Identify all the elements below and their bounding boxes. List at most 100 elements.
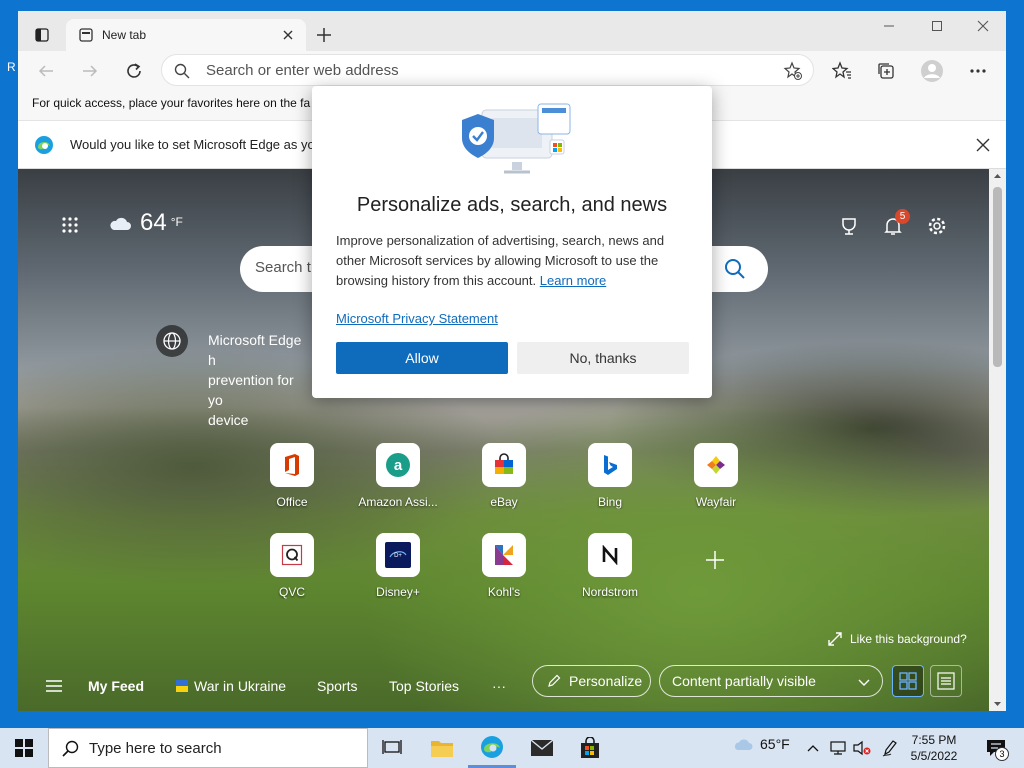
dialog-body: Improve personalization of advertising, … (336, 231, 692, 291)
cloud-icon (110, 217, 131, 230)
more-menu-button[interactable] (964, 59, 992, 83)
ellipsis-icon (970, 69, 986, 73)
personalize-button[interactable]: Personalize (532, 665, 651, 697)
infobar-message: Would you like to set Microsoft Edge as … (70, 137, 315, 152)
new-tab-button[interactable] (314, 25, 334, 45)
content-visibility-dropdown[interactable]: Content partially visible (659, 665, 883, 697)
scroll-up-icon[interactable] (989, 169, 1006, 183)
svg-text:D+: D+ (394, 553, 402, 559)
content-visibility-value: Content partially visible (672, 673, 816, 689)
page-scrollbar[interactable] (989, 169, 1006, 711)
scroll-down-icon[interactable] (989, 697, 1006, 711)
tray-weather-temp: 65°F (760, 736, 790, 752)
collections-button[interactable] (872, 59, 900, 83)
close-icon (977, 20, 989, 32)
file-explorer-button[interactable] (418, 728, 466, 768)
learn-more-link[interactable]: Learn more (540, 273, 606, 288)
quick-link-ebay[interactable]: eBay (454, 443, 554, 509)
bing-icon (588, 443, 632, 487)
disney-icon: D+ (376, 533, 420, 577)
nordstrom-icon (588, 533, 632, 577)
minimize-icon (884, 25, 894, 27)
plus-icon (706, 551, 724, 569)
close-tab-icon[interactable] (280, 27, 296, 43)
weather-widget[interactable]: 64 °F (108, 209, 183, 237)
list-icon (937, 672, 955, 690)
refresh-button[interactable] (120, 59, 148, 83)
pen-workspace-button[interactable] (878, 728, 902, 768)
taskbar: Type here to search 65°F 7:55 PM 5/5/202… (0, 728, 1024, 768)
start-button[interactable] (0, 728, 48, 768)
notifications-badge: 5 (895, 209, 910, 224)
grid-layout-button[interactable] (892, 665, 924, 697)
feed-menu-button[interactable] (44, 676, 64, 696)
favorites-button[interactable] (828, 59, 856, 83)
quick-link-qvc[interactable]: QVC (242, 533, 342, 599)
address-placeholder: Search or enter web address (206, 62, 399, 79)
page-settings-button[interactable] (924, 213, 950, 239)
like-background-link[interactable]: Like this background? (828, 632, 967, 646)
quick-link-kohls[interactable]: Kohl's (454, 533, 554, 599)
maximize-icon (932, 21, 942, 31)
taskbar-search-box[interactable]: Type here to search (48, 728, 368, 768)
action-center-button[interactable]: 3 (976, 728, 1016, 768)
qvc-icon (270, 533, 314, 577)
add-favorite-icon[interactable] (783, 61, 803, 81)
no-thanks-button[interactable]: No, thanks (517, 342, 689, 374)
tab-new-tab[interactable]: New tab (66, 19, 306, 51)
personalize-dialog: Personalize ads, search, and news Improv… (312, 86, 712, 398)
store-button[interactable] (566, 728, 614, 768)
new-tab-icon (78, 27, 94, 43)
hamburger-icon (46, 680, 62, 692)
tray-weather[interactable]: 65°F (732, 736, 790, 752)
rewards-button[interactable] (836, 213, 862, 239)
clock[interactable]: 7:55 PM 5/5/2022 (904, 732, 964, 764)
network-icon (830, 741, 846, 755)
add-site-button[interactable] (704, 549, 726, 571)
tab-sports[interactable]: Sports (317, 678, 357, 694)
task-view-button[interactable] (368, 728, 416, 768)
promo-line-3: device (208, 412, 249, 428)
quick-link-wayfair[interactable]: Wayfair (666, 443, 766, 509)
more-topics-button[interactable]: ··· (492, 678, 506, 694)
quick-link-label: eBay (490, 495, 518, 509)
quick-link-disney[interactable]: D+ Disney+ (348, 533, 448, 599)
ebay-icon (482, 443, 526, 487)
app-launcher-button[interactable] (58, 213, 82, 237)
quick-link-amazon[interactable]: a Amazon Assi... (348, 443, 448, 509)
quick-link-office[interactable]: Office (242, 443, 342, 509)
search-icon (174, 63, 190, 79)
promo-message[interactable]: Microsoft Edge h prevention for yo devic… (208, 330, 312, 430)
tab-top-stories[interactable]: Top Stories (389, 678, 459, 694)
maximize-button[interactable] (914, 11, 960, 41)
tab-war-in-ukraine[interactable]: War in Ukraine (176, 678, 286, 694)
close-infobar-icon[interactable] (976, 138, 990, 152)
edge-taskbar-button[interactable] (468, 728, 516, 768)
windows-logo-icon (15, 739, 33, 757)
allow-button[interactable]: Allow (336, 342, 508, 374)
favorites-star-icon (832, 61, 851, 79)
network-button[interactable] (826, 728, 850, 768)
forward-button[interactable] (76, 59, 104, 83)
tab-my-feed[interactable]: My Feed (88, 678, 144, 694)
mail-button[interactable] (518, 728, 566, 768)
back-button[interactable] (32, 59, 60, 83)
ukraine-flag-icon (176, 680, 188, 692)
profile-button[interactable] (918, 57, 946, 85)
minimize-button[interactable] (866, 11, 912, 41)
personalize-label: Personalize (569, 673, 643, 689)
tab-actions-button[interactable] (26, 21, 58, 49)
list-layout-button[interactable] (930, 665, 962, 697)
address-bar[interactable]: Search or enter web address (161, 54, 814, 86)
privacy-statement-link[interactable]: Microsoft Privacy Statement (336, 311, 498, 326)
notifications-button[interactable]: 5 (880, 209, 910, 239)
show-hidden-icons-button[interactable] (802, 728, 824, 768)
quick-link-bing[interactable]: Bing (560, 443, 660, 509)
pen-icon (882, 740, 897, 757)
quick-link-nordstrom[interactable]: Nordstrom (560, 533, 660, 599)
scrollbar-thumb[interactable] (993, 187, 1002, 367)
volume-button[interactable] (850, 728, 874, 768)
amazon-icon: a (376, 443, 420, 487)
search-icon[interactable] (724, 258, 746, 280)
close-window-button[interactable] (960, 11, 1006, 41)
